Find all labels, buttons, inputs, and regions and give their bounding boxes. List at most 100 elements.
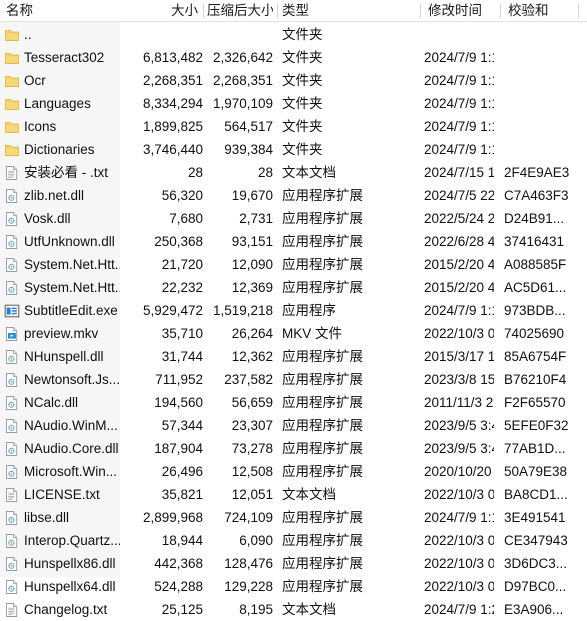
cell-packed-size: 129,228	[224, 579, 273, 594]
cell-type: 应用程序扩展	[282, 464, 363, 479]
table-row[interactable]: Languages 8,334,294 1,970,109 文件夹 2024/7/9 1…	[0, 92, 587, 115]
table-row[interactable]: NAudio.WinM... 57,344 23,307 应用程序扩展 2023/9/5…	[0, 414, 587, 437]
dll-file-icon	[4, 211, 20, 227]
cell-checksum: AC5D61...	[504, 280, 567, 295]
table-row[interactable]: Vosk.dll 7,680 2,731 应用程序扩展 2022/5/24 23... D…	[0, 207, 587, 230]
header-separator-3[interactable]	[420, 3, 421, 18]
cell-type: 应用程序	[282, 303, 336, 318]
table-row[interactable]: SubtitleEdit.exe 5,929,472 1,519,218 应用程序 20…	[0, 299, 587, 322]
header-separator-2[interactable]	[277, 3, 278, 18]
table-row[interactable]: Icons 1,899,825 564,517 文件夹 2024/7/9 1:19	[0, 115, 587, 138]
column-header-size[interactable]: 大小	[126, 0, 198, 21]
cell-name: LICENSE.txt	[24, 487, 100, 502]
cell-name: Languages	[24, 96, 91, 111]
cell-packed-size: 73,278	[231, 441, 273, 456]
cell-packed-size: 1,970,109	[212, 96, 273, 111]
column-header-name[interactable]: 名称	[6, 0, 116, 21]
cell-size: 25,125	[161, 602, 203, 617]
cell-size: 28	[187, 165, 203, 180]
cell-size: 22,232	[161, 280, 203, 295]
cell-packed-size: 12,369	[231, 280, 273, 295]
table-row[interactable]: System.Net.Htt... 22,232 12,369 应用程序扩展 2015/…	[0, 276, 587, 299]
cell-packed-size: 128,476	[224, 556, 273, 571]
table-row[interactable]: NCalc.dll 194,560 56,659 应用程序扩展 2011/11/3 21…	[0, 391, 587, 414]
cell-name: Ocr	[24, 73, 46, 88]
table-row[interactable]: System.Net.Htt... 21,720 12,090 应用程序扩展 2015/…	[0, 253, 587, 276]
cell-name: 安装必看 - .txt	[24, 165, 108, 180]
table-row[interactable]: preview.mkv 35,710 26,264 MKV 文件 2022/10/3 0…	[0, 322, 587, 345]
header-separator-5[interactable]	[578, 3, 579, 18]
column-header-type[interactable]: 类型	[282, 0, 414, 21]
cell-modified: 2024/7/9 1:19	[424, 142, 494, 157]
table-row[interactable]: LICENSE.txt 35,821 12,051 文本文档 2022/10/3 0:0…	[0, 483, 587, 506]
folder-icon	[4, 142, 20, 158]
table-row[interactable]: Microsoft.Win... 26,496 12,508 应用程序扩展 2020/1…	[0, 460, 587, 483]
cell-type: 应用程序扩展	[282, 533, 363, 548]
cell-checksum: B76210F4	[504, 372, 567, 387]
cell-type: 应用程序扩展	[282, 418, 363, 433]
cell-modified: 2024/7/9 1:21	[424, 602, 494, 617]
cell-size: 56,320	[161, 188, 203, 203]
table-row[interactable]: libse.dll 2,899,968 724,109 应用程序扩展 2024/7/9 …	[0, 506, 587, 529]
column-header-checksum[interactable]: 校验和	[508, 0, 574, 21]
cell-name: Changelog.txt	[24, 602, 108, 617]
cell-type: 应用程序扩展	[282, 211, 363, 226]
cell-name: ..	[24, 27, 32, 42]
cell-packed-size: 12,508	[231, 464, 273, 479]
cell-name: Newtonsoft.Js...	[24, 372, 120, 387]
column-header-modified[interactable]: 修改时间	[428, 0, 496, 21]
column-header-row: 名称 大小 压缩后大小 类型 修改时间 校验和	[0, 0, 587, 22]
cell-name: NHunspell.dll	[24, 349, 104, 364]
table-row[interactable]: Dictionaries 3,746,440 939,384 文件夹 2024/7/9 …	[0, 138, 587, 161]
cell-name: Microsoft.Win...	[24, 464, 118, 479]
cell-checksum: 85A6754F	[504, 349, 567, 364]
cell-name: Icons	[24, 119, 57, 134]
table-row[interactable]: 安装必看 - .txt 28 28 文本文档 2024/7/15 17... 2F4E9A…	[0, 161, 587, 184]
cell-type: 应用程序扩展	[282, 257, 363, 272]
file-list-body: .. 文件夹 Tesseract302 6,813,482 2,326,642 文件夹 20…	[0, 22, 587, 617]
cell-type: 应用程序扩展	[282, 395, 363, 410]
cell-checksum: F2F65570	[504, 395, 566, 410]
table-row[interactable]: Ocr 2,268,351 2,268,351 文件夹 2024/7/9 1:19	[0, 69, 587, 92]
cell-packed-size: 8,195	[239, 602, 273, 617]
cell-packed-size: 2,731	[239, 211, 273, 226]
cell-checksum	[504, 46, 587, 69]
table-row[interactable]: UtfUnknown.dll 250,368 93,151 应用程序扩展 2022/6/…	[0, 230, 587, 253]
dll-file-icon	[4, 395, 20, 411]
cell-packed-size: 564,517	[224, 119, 273, 134]
cell-checksum: A088585F	[504, 257, 567, 272]
dll-file-icon	[4, 257, 20, 273]
header-separator-1[interactable]	[203, 3, 204, 18]
table-row[interactable]: NAudio.Core.dll 187,904 73,278 应用程序扩展 2023/9…	[0, 437, 587, 460]
table-row[interactable]: .. 文件夹	[0, 23, 587, 46]
cell-checksum: 3D6DC3...	[504, 556, 568, 571]
cell-packed-size: 724,109	[224, 510, 273, 525]
table-row[interactable]: Newtonsoft.Js... 711,952 237,582 应用程序扩展 2023…	[0, 368, 587, 391]
cell-packed-size: 2,326,642	[212, 50, 273, 65]
table-row[interactable]: Interop.Quartz... 18,944 6,090 应用程序扩展 2022/1…	[0, 529, 587, 552]
table-row[interactable]: zlib.net.dll 56,320 19,670 应用程序扩展 2024/7/5 2…	[0, 184, 587, 207]
text-file-icon	[4, 602, 20, 618]
cell-type: 文件夹	[282, 119, 323, 134]
cell-name: libse.dll	[24, 510, 70, 525]
header-separator-4[interactable]	[500, 3, 501, 18]
cell-size: 21,720	[161, 257, 203, 272]
cell-type: 文件夹	[282, 50, 323, 65]
cell-type: 文件夹	[282, 73, 323, 88]
table-row[interactable]: NHunspell.dll 31,744 12,362 应用程序扩展 2015/3/17…	[0, 345, 587, 368]
table-row[interactable]: Hunspellx64.dll 524,288 129,228 应用程序扩展 2022/…	[0, 575, 587, 598]
cell-modified: 2022/10/3 0:04	[424, 487, 494, 502]
cell-name: Dictionaries	[24, 142, 95, 157]
cell-size: 711,952	[155, 372, 203, 387]
cell-type: MKV 文件	[282, 326, 343, 341]
table-row[interactable]: Tesseract302 6,813,482 2,326,642 文件夹 2024/7/…	[0, 46, 587, 69]
cell-checksum: CE347943	[504, 533, 568, 548]
cell-name: System.Net.Htt...	[24, 280, 120, 295]
table-row[interactable]: Changelog.txt 25,125 8,195 文本文档 2024/7/9 1:2…	[0, 598, 587, 621]
cell-packed-size: 12,051	[231, 487, 273, 502]
column-header-packed-size[interactable]: 压缩后大小	[207, 0, 273, 21]
cell-modified: 2015/2/20 4:10	[424, 280, 494, 295]
table-row[interactable]: Hunspellx86.dll 442,368 128,476 应用程序扩展 2022/…	[0, 552, 587, 575]
exe-file-icon	[4, 303, 20, 319]
cell-checksum	[504, 69, 587, 92]
